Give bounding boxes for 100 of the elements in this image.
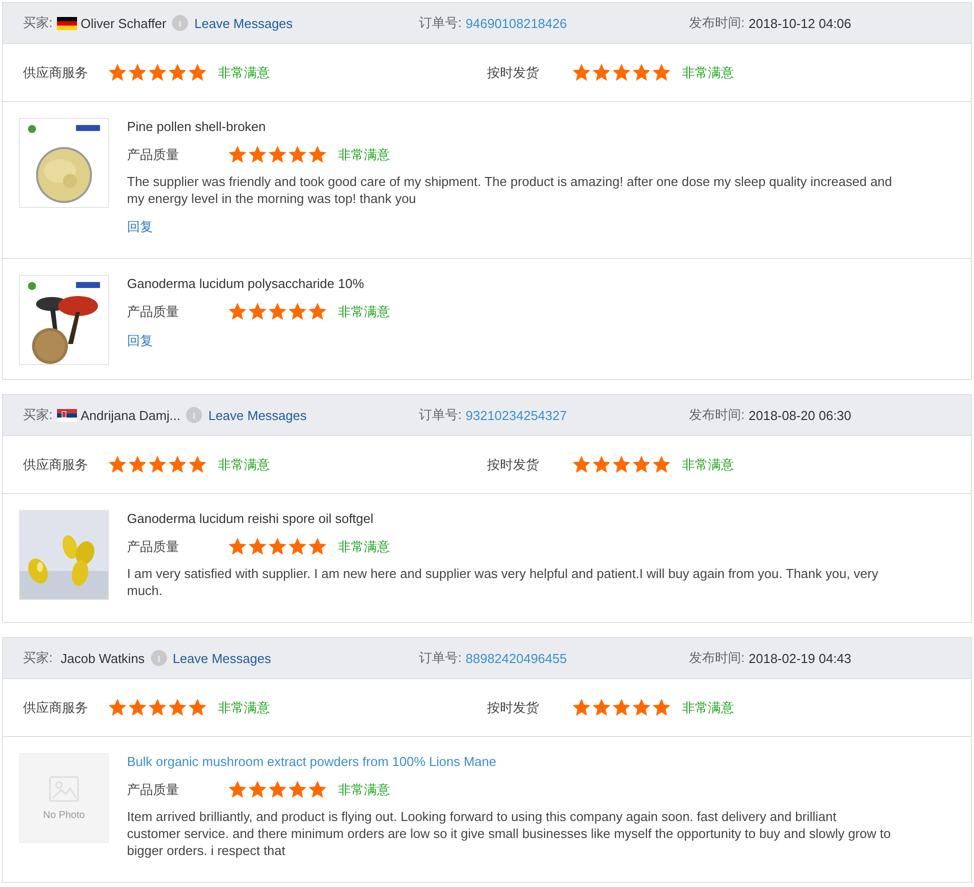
star-icon (108, 455, 127, 474)
star-icon (288, 780, 307, 799)
date-label: 发布时间: (689, 406, 745, 424)
rating-label: 按时发货 (487, 698, 540, 716)
star-icon (128, 455, 147, 474)
star-icon (572, 698, 591, 717)
leave-messages-link[interactable]: Leave Messages (194, 16, 293, 30)
rating-verdict: 非常满意 (682, 698, 734, 716)
star-icon (228, 537, 247, 556)
rating-label: 供应商服务 (23, 64, 89, 82)
quality-label: 产品质量 (127, 780, 180, 798)
no-photo-caption: No Photo (43, 810, 85, 820)
buyer-name: Oliver Schaffer (80, 16, 166, 30)
rating-verdict: 非常满意 (218, 698, 270, 716)
post-date: 2018-10-12 04:06 (748, 16, 852, 30)
product-title-link[interactable]: Bulk organic mushroom extract powders from 100% Lions Mane (127, 753, 952, 770)
rating-label: 供应商服务 (23, 698, 89, 716)
order-number: 94690108218426 (466, 16, 567, 30)
star-icon (128, 698, 147, 717)
star-icon (268, 780, 287, 799)
rating-verdict: 非常满意 (338, 538, 390, 556)
quality-label: 产品质量 (127, 302, 180, 320)
order-label: 订单号: (419, 14, 462, 32)
date-label: 发布时间: (689, 649, 745, 667)
buyer-name: Andrijana Damj... (80, 408, 180, 422)
rating-verdict: 非常满意 (338, 302, 390, 320)
star-icon (288, 537, 307, 556)
star-icon (248, 780, 267, 799)
star-icon (288, 145, 307, 164)
star-icon (148, 63, 167, 82)
rating-verdict: 非常满意 (338, 780, 390, 798)
leave-messages-link[interactable]: Leave Messages (172, 650, 271, 666)
product-title: Ganoderma lucidum reishi spore oil softgel (127, 510, 374, 527)
star-icon (128, 63, 147, 82)
rating-verdict: 非常满意 (218, 456, 270, 474)
star-icon (188, 63, 207, 82)
rating-verdict: 非常满意 (682, 64, 734, 82)
star-icon (248, 302, 267, 321)
star-icon (268, 145, 287, 164)
reply-link[interactable]: 回复 (127, 218, 153, 236)
star-icon (268, 302, 287, 321)
star-icon (592, 698, 611, 717)
order-number: 88982420496455 (466, 650, 567, 666)
rating-verdict: 非常满意 (338, 146, 390, 164)
leave-messages-link[interactable]: Leave Messages (208, 408, 307, 422)
quality-label: 产品质量 (127, 146, 180, 164)
star-icon (308, 537, 327, 556)
star-icon (228, 780, 247, 799)
star-icon (632, 698, 651, 717)
product-title: Ganoderma lucidum polysaccharide 10% (127, 275, 366, 292)
star-icon (228, 302, 247, 321)
post-date: 2018-08-20 06:30 (748, 408, 852, 422)
quality-label: 产品质量 (127, 538, 180, 556)
star-icon (652, 698, 671, 717)
order-label: 订单号: (419, 406, 462, 424)
star-icon (268, 537, 287, 556)
star-icon (108, 698, 127, 717)
order-number: 93210234254327 (466, 408, 567, 422)
star-icon (308, 302, 327, 321)
rating-verdict: 非常满意 (682, 456, 734, 474)
product-title: Pine pollen shell-broken (127, 118, 267, 135)
review-comment: Item arrived brilliantly, and product is flying out. Looking forward to using this company again soon. fast delivery and brilliant customer service. and there minimum orders are low so it give small businesses like myself the opportunity to buy and slowly grow to bigger orders. i respect that (127, 808, 892, 859)
star-icon (168, 455, 187, 474)
date-label: 发布时间: (689, 14, 745, 32)
avatar-icon (186, 407, 202, 423)
rating-label: 供应商服务 (23, 456, 89, 474)
post-date: 2018-02-19 04:43 (748, 650, 852, 666)
star-icon (572, 63, 591, 82)
buyer-label: 买家: (23, 649, 53, 667)
star-icon (188, 698, 207, 717)
rating-label: 按时发货 (487, 64, 540, 82)
star-icon (652, 455, 671, 474)
buyer-name: Jacob Watkins (60, 650, 145, 666)
buyer-label: 买家: (23, 14, 53, 32)
star-icon (108, 63, 127, 82)
star-icon (228, 145, 247, 164)
star-icon (632, 455, 651, 474)
star-icon (632, 63, 651, 82)
star-icon (308, 780, 327, 799)
star-icon (652, 63, 671, 82)
reply-link[interactable]: 回复 (127, 332, 153, 350)
star-icon (308, 145, 327, 164)
star-icon (248, 145, 267, 164)
star-icon (288, 302, 307, 321)
avatar-icon (172, 15, 188, 31)
buyer-label: 买家: (23, 406, 53, 424)
star-icon (592, 455, 611, 474)
star-icon (248, 537, 267, 556)
star-icon (612, 698, 631, 717)
star-icon (188, 455, 207, 474)
order-label: 订单号: (419, 649, 462, 667)
review-comment: The supplier was friendly and took good care of my shipment. The product is amazing! after one dose my sleep quality increased and my energy level in the morning was top! thank you (127, 173, 894, 207)
star-icon (612, 455, 631, 474)
review-comment: I am very satisfied with supplier. I am new here and supplier was very helpful and patient.I will buy again from you. Thank you, very much. (127, 565, 880, 599)
star-icon (148, 455, 167, 474)
star-icon (148, 698, 167, 717)
star-icon (592, 63, 611, 82)
rating-label: 按时发货 (487, 456, 540, 474)
rating-verdict: 非常满意 (218, 64, 270, 82)
star-icon (168, 698, 187, 717)
